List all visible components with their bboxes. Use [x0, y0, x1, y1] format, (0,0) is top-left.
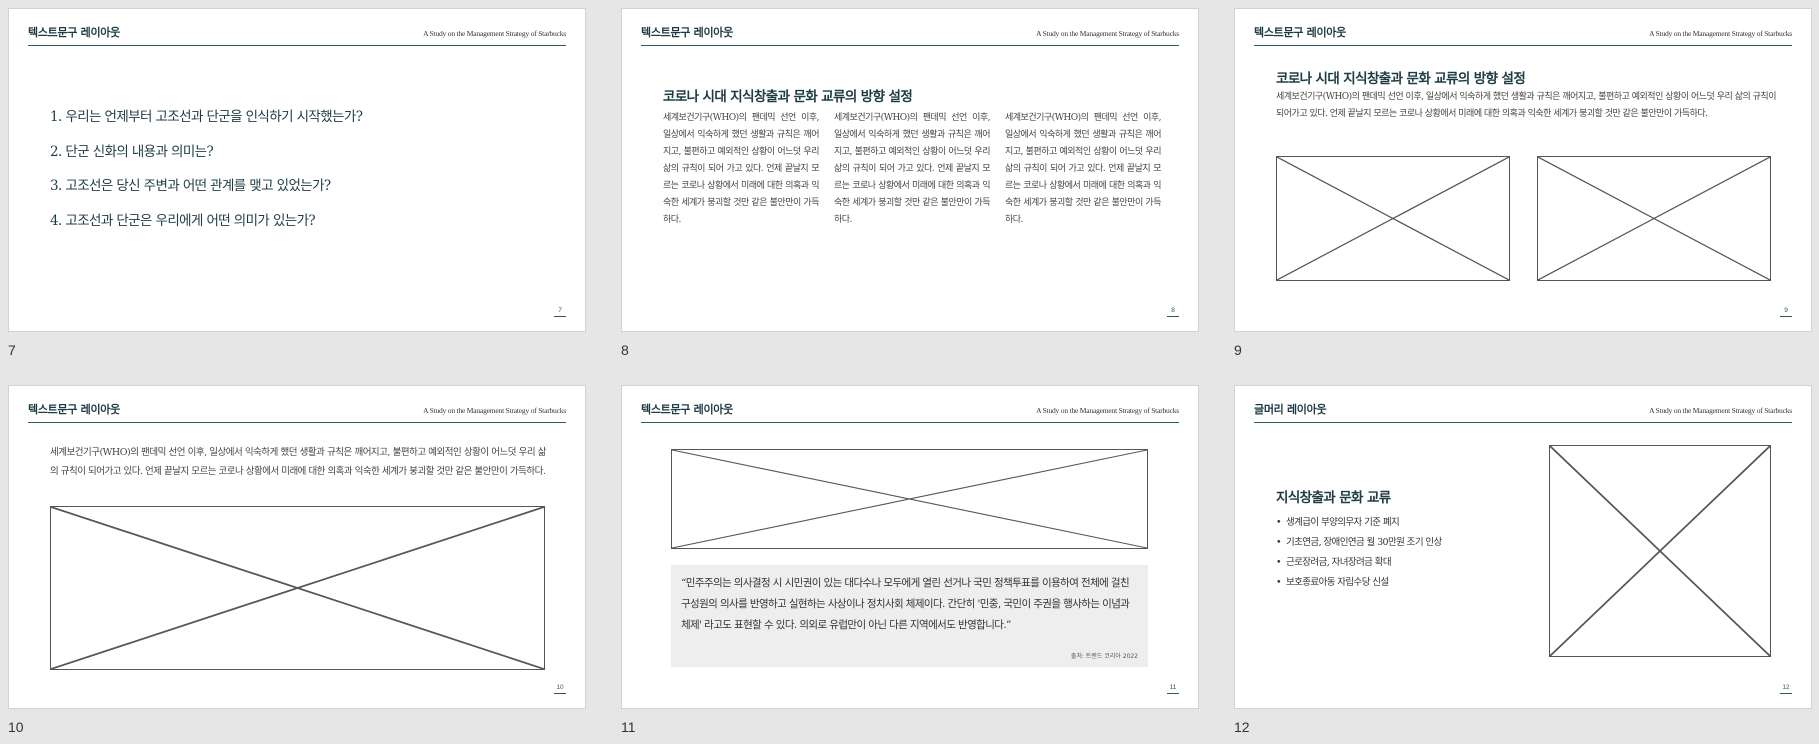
section-heading: 코로나 시대 지식창출과 문화 교류의 방향 설정 [1276, 71, 1526, 87]
bullet-dot-icon: • [1276, 557, 1282, 568]
slide-thumbnail-8[interactable]: 텍스트문구 레이아웃 A Study on the Management Str… [621, 8, 1199, 332]
slide-header-title: 글머리 레이아웃 [1254, 403, 1327, 416]
bullet-text: 기초연금, 장애인연금 월 30만원 조기 인상 [1286, 537, 1442, 548]
slide-thumbnail-10[interactable]: 텍스트문구 레이아웃 A Study on the Management Str… [8, 385, 586, 709]
slide-header-subtitle: A Study on the Management Strategy of St… [1036, 406, 1179, 415]
quote-text: “민주주의는 의사결정 시 시민권이 있는 대다수나 모두에게 열린 선거나 국… [681, 577, 1130, 631]
slide-thumbnail-9[interactable]: 텍스트문구 레이아웃 A Study on the Management Str… [1234, 8, 1812, 332]
question-item: 4. 고조선과 단군은 우리에게 어떤 의미가 있는가? [50, 212, 316, 229]
slide-header-subtitle: A Study on the Management Strategy of St… [423, 29, 566, 38]
slide-number-label: 11 [621, 719, 636, 735]
slide-header-subtitle: A Study on the Management Strategy of St… [1036, 29, 1179, 38]
bullet-text: 생계급이 부양의무자 기준 폐지 [1286, 517, 1400, 528]
slide-number-label: 10 [8, 719, 24, 735]
page-number: 8 [1167, 307, 1179, 317]
page-number: 12 [1780, 684, 1792, 694]
slide-thumbnail-7[interactable]: 텍스트문구 레이아웃 A Study on the Management Str… [8, 8, 586, 332]
quote-source: 출처: 트렌드 코리아 2022 [1070, 653, 1138, 660]
image-placeholder [50, 506, 545, 670]
body-paragraph: 세계보건기구(WHO)의 팬데믹 선언 이후, 일상에서 익숙하게 했던 생활과… [1276, 92, 1777, 119]
slide-header-title: 텍스트문구 레이아웃 [641, 26, 733, 39]
page-number: 7 [554, 307, 566, 317]
slide-thumbnail-11[interactable]: 텍스트문구 레이아웃 A Study on the Management Str… [621, 385, 1199, 709]
question-list: 1. 우리는 언제부터 고조선과 단군을 인식하기 시작했는가? 2. 단군 신… [50, 105, 363, 243]
bullet-item: • 생계급이 부양의무자 기준 폐지 [1276, 514, 1442, 534]
slide-header-subtitle: A Study on the Management Strategy of St… [1649, 406, 1792, 415]
header-divider [1254, 422, 1792, 423]
section-heading: 코로나 시대 지식창출과 문화 교류의 방향 설정 [663, 89, 913, 105]
bullet-dot-icon: • [1276, 577, 1282, 588]
header-divider [1254, 45, 1792, 46]
question-item: 3. 고조선은 당신 주변과 어떤 관계를 맺고 있었는가? [50, 178, 331, 194]
slide-header-subtitle: A Study on the Management Strategy of St… [1649, 29, 1792, 38]
slide-number-label: 8 [621, 342, 629, 358]
bullet-dot-icon: • [1276, 537, 1282, 548]
image-placeholder [1276, 156, 1510, 281]
slide-number-label: 9 [1234, 342, 1242, 358]
page-number: 11 [1167, 684, 1179, 694]
slide-number-label: 12 [1234, 719, 1250, 735]
page-number: 10 [554, 684, 566, 694]
header-divider [28, 45, 566, 46]
header-divider [641, 45, 1179, 46]
bullet-text: 보호종료아동 자립수당 신설 [1286, 577, 1389, 588]
slide-thumbnail-12[interactable]: 글머리 레이아웃 A Study on the Management Strat… [1234, 385, 1812, 709]
text-column: 세계보건기구(WHO)의 팬데믹 선언 이후, 일상에서 익숙하게 했던 생활과… [1005, 113, 1162, 225]
header-divider [28, 422, 566, 423]
question-item: 2. 단군 신화의 내용과 의미는? [50, 143, 214, 160]
image-placeholder [671, 449, 1148, 549]
bullet-item: • 근로장려금, 자녀장려금 확대 [1276, 554, 1442, 574]
section-heading: 지식창출과 문화 교류 [1276, 490, 1391, 506]
page-number: 9 [1780, 307, 1792, 317]
slide-header-title: 텍스트문구 레이아웃 [641, 403, 733, 416]
bullet-item: • 기초연금, 장애인연금 월 30만원 조기 인상 [1276, 534, 1442, 554]
slide-header-title: 텍스트문구 레이아웃 [28, 26, 120, 39]
slide-header-title: 텍스트문구 레이아웃 [1254, 26, 1346, 39]
text-column: 세계보건기구(WHO)의 팬데믹 선언 이후, 일상에서 익숙하게 했던 생활과… [663, 113, 820, 225]
slide-number-label: 7 [8, 342, 16, 358]
bullet-item: • 보호종료아동 자립수당 신설 [1276, 574, 1442, 594]
image-placeholder [1537, 156, 1771, 281]
text-column: 세계보건기구(WHO)의 팬데믹 선언 이후, 일상에서 익숙하게 했던 생활과… [834, 113, 991, 225]
body-paragraph: 세계보건기구(WHO)의 팬데믹 선언 이후, 일상에서 익숙하게 했던 생활과… [50, 447, 547, 477]
question-item: 1. 우리는 언제부터 고조선과 단군을 인식하기 시작했는가? [50, 109, 363, 125]
slide-header-subtitle: A Study on the Management Strategy of St… [423, 406, 566, 415]
quote-box: “민주주의는 의사결정 시 시민권이 있는 대다수나 모두에게 열린 선거나 국… [671, 565, 1148, 667]
header-divider [641, 422, 1179, 423]
bullet-text: 근로장려금, 자녀장려금 확대 [1286, 557, 1392, 568]
slide-header-title: 텍스트문구 레이아웃 [28, 403, 120, 416]
image-placeholder [1549, 445, 1771, 657]
bullet-list: • 생계급이 부양의무자 기준 폐지 • 기초연금, 장애인연금 월 30만원 조기… [1276, 514, 1442, 594]
bullet-dot-icon: • [1276, 517, 1282, 528]
